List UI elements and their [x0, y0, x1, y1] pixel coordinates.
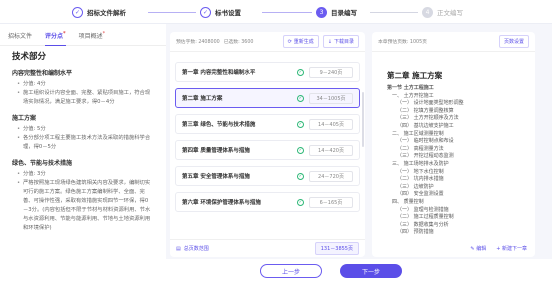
check-circle-icon: ✓: [297, 68, 304, 76]
section-title: 技术部分: [12, 52, 47, 62]
outline-panel-header: 本章预估页数: 1005页 页数设置: [372, 32, 535, 52]
check-icon: ✓: [200, 6, 211, 18]
chapter-page-count: 本章预估页数: 1005页: [378, 40, 427, 45]
edit-button[interactable]: ✎ 编辑: [470, 245, 486, 252]
page-range-input[interactable]: 14－405页: [309, 118, 353, 130]
scoring-bullet: 分值: 4分: [17, 80, 152, 89]
left-tabs: 招标文件 评分点* 项目概述*: [0, 24, 166, 46]
outline-item[interactable]: （一） 地下水位控制: [397, 169, 535, 177]
outline-panel: 本章预估页数: 1005页 页数设置 第二章 施工方案 第一节 土方工程施工 一、…: [372, 32, 535, 257]
tab-bid-document[interactable]: 招标文件: [8, 31, 32, 46]
chapter-list: 第一章 内容完整性和编制水平 ✓ 9－240页 第二章 施工方案 ✓ 34－1005页 …: [170, 52, 365, 236]
next-step-button[interactable]: 下一步: [340, 264, 402, 278]
scoring-heading: 绿色、节能与技术措施: [12, 160, 73, 167]
tab-project-overview[interactable]: 项目概述*: [79, 31, 106, 46]
outline-item[interactable]: 第一节 土方工程施工: [387, 85, 535, 93]
previous-step-button[interactable]: 上一步: [260, 264, 322, 278]
chapter-title: 第二章 施工方案: [387, 71, 443, 80]
step-label: 正文编写: [437, 9, 463, 17]
step-4[interactable]: 4 正文编写: [422, 4, 463, 20]
check-circle-icon: ✓: [297, 146, 304, 154]
step-2[interactable]: ✓ 标书设置: [200, 4, 241, 20]
check-circle-icon: ✓: [297, 172, 304, 180]
outline-list: 第一节 土方工程施工 一、 土方开挖施工 （一） 设计地面类型地形调整 （二） 挖填方…: [372, 85, 535, 237]
selected-count: 已选数: 3600: [223, 40, 254, 45]
outline-item[interactable]: （三） 土方开挖顺序及方法: [397, 115, 535, 123]
step-label: 招标文件解析: [87, 9, 126, 17]
step-1[interactable]: ✓ 招标文件解析: [72, 4, 126, 20]
chapter-item[interactable]: 第一章 内容完整性和编制水平 ✓ 9－240页: [175, 62, 360, 82]
scoring-heading: 内容完整性和编制水平: [12, 70, 73, 77]
check-circle-icon: ✓: [297, 198, 304, 206]
page-range-input[interactable]: 14－420页: [309, 144, 353, 156]
total-page-range: 131－3855页: [314, 242, 359, 255]
page-range-input[interactable]: 6－165页: [309, 196, 353, 208]
chapter-panel-footer: ▤ 总页数范围 131－3855页: [170, 239, 365, 257]
step-connector: [262, 12, 312, 13]
scoring-bullet: 分值: 5分: [17, 125, 152, 134]
outline-item[interactable]: （三） 开挖过程动态监测: [397, 153, 535, 161]
download-icon: ↓: [327, 38, 332, 45]
check-icon: ✓: [72, 6, 83, 18]
chapter-item-selected[interactable]: 第二章 施工方案 ✓ 34－1005页: [175, 88, 360, 108]
total-pages-label: 总页数范围: [183, 246, 209, 252]
download-toc-button[interactable]: ↓ 下载目录: [322, 35, 359, 48]
step-label: 标书设置: [215, 9, 241, 17]
step-connector: [370, 12, 418, 13]
refresh-icon: ⟳: [287, 38, 292, 45]
step-number: 3: [316, 6, 327, 18]
outline-item[interactable]: （一） 设计地面类型地形调整: [397, 100, 535, 108]
scrollbar[interactable]: [362, 92, 364, 147]
scoring-bullet: 分值: 3分: [17, 170, 152, 179]
chapter-panel: 预估字数: 2408000 已选数: 3600 ⟳ 重新生成 ↓ 下载目录 第一章 …: [170, 32, 365, 257]
outline-item[interactable]: 三、 施工场地排水及防护: [392, 161, 535, 169]
scoring-heading: 施工方案: [12, 115, 37, 122]
add-next-chapter-button[interactable]: + 新建下一章: [496, 245, 527, 252]
chapter-item[interactable]: 第六章 环境保护管理体系与措施 ✓ 6－165页: [175, 192, 360, 212]
outline-item[interactable]: （四） 预防措施: [397, 229, 535, 237]
check-circle-icon: ✓: [297, 120, 304, 128]
step-label: 目录编写: [331, 9, 357, 17]
outline-item[interactable]: （二） 坑内排水措施: [397, 176, 535, 184]
scoring-bullet: 各分部分项工程主要施工技术方法及采取的措施科学合理，得0－5分: [17, 134, 152, 152]
outline-item[interactable]: 四、 质量控制: [392, 199, 535, 207]
chapter-item[interactable]: 第三章 绿色、节能与技术措施 ✓ 14－405页: [175, 114, 360, 134]
step-bar: ✓ 招标文件解析 ✓ 标书设置 3 目录编写 4 正文编写: [0, 0, 552, 24]
document-icon: ▤: [176, 245, 181, 252]
scoring-bullet: 施工组织设计内容全面、完整、紧贴项目施工，符合现场实际情况，满足施工要求，得0－…: [17, 89, 152, 107]
step-number: 4: [422, 6, 433, 18]
step-3[interactable]: 3 目录编写: [316, 4, 357, 20]
outline-item[interactable]: （一） 监理与检测措施: [397, 207, 535, 215]
scoring-bullet: 严格按照施工现场绿色建筑相关内容及要求，编制切实可行的施工方案。绿色施工方案编制…: [17, 179, 152, 233]
step-connector: [148, 12, 196, 13]
outline-item[interactable]: （一） 临时控制点和布设: [397, 138, 535, 146]
word-count: 预估字数: 2408000: [176, 40, 220, 45]
outline-item[interactable]: （二） 施工过程质量控制: [397, 214, 535, 222]
page-range-input[interactable]: 24－720页: [309, 170, 353, 182]
chapter-item[interactable]: 第五章 安全管理体系与措施 ✓ 24－720页: [175, 166, 360, 186]
outline-panel-footer: ✎ 编辑 + 新建下一章: [372, 239, 535, 257]
outline-item[interactable]: （四） 基坑边坡支护施工: [397, 123, 535, 131]
page-range-input[interactable]: 34－1005页: [309, 92, 353, 104]
regenerate-button[interactable]: ⟳ 重新生成: [282, 35, 319, 48]
chapter-item[interactable]: 第四章 质量管理体系与措施 ✓ 14－420页: [175, 140, 360, 160]
outline-item[interactable]: （四） 安全监测设置: [397, 191, 535, 199]
check-circle-icon: ✓: [297, 94, 304, 102]
page-settings-button[interactable]: 页数设置: [498, 35, 529, 48]
page-range-input[interactable]: 9－240页: [309, 66, 353, 78]
chapter-panel-header: 预估字数: 2408000 已选数: 3600 ⟳ 重新生成 ↓ 下载目录: [170, 32, 365, 52]
left-panel: 招标文件 评分点* 项目概述* 技术部分 内容完整性和编制水平 分值: 4分 施…: [0, 24, 166, 259]
tab-scoring-points[interactable]: 评分点*: [45, 31, 66, 46]
